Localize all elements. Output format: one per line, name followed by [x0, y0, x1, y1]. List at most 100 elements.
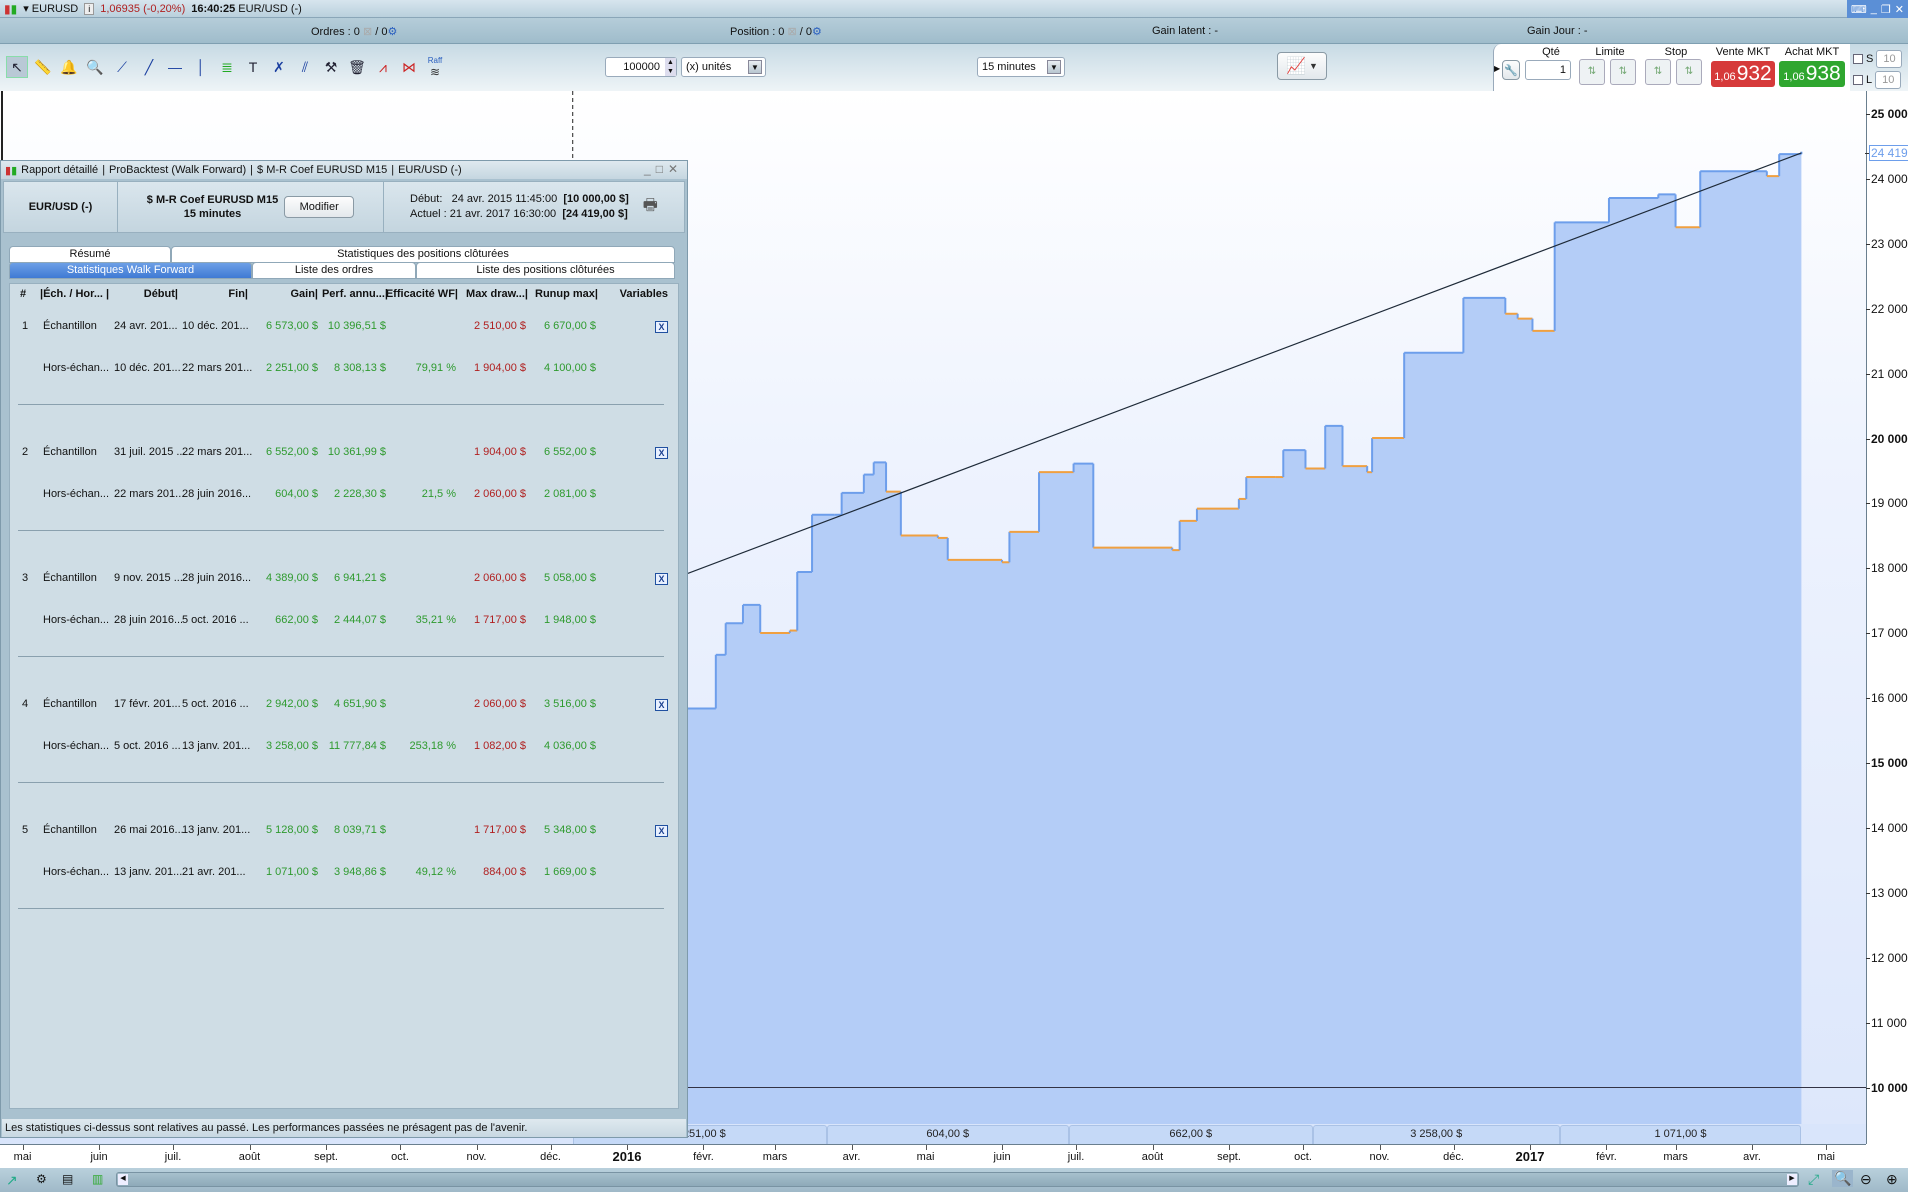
channel-tool-icon[interactable]: ✗ [268, 56, 290, 78]
buy-market-button[interactable]: 1,06 938 [1779, 61, 1845, 87]
buy-stop-button[interactable]: ⇅ [1645, 59, 1671, 85]
unit-select[interactable]: (x) unités ▼ [681, 57, 766, 77]
vertical-line-icon[interactable]: │ [190, 56, 212, 78]
symbol-dropdown[interactable]: ▾ EURUSD [23, 2, 78, 15]
cell-end: 13 janv. 201... [182, 740, 251, 752]
print-icon[interactable]: 🖶 [643, 194, 658, 221]
y-axis[interactable]: 10 000 11 000 12 000 13 000 14 000 15 000 16 0… [1865, 91, 1908, 1144]
excel-export-icon[interactable]: X [655, 699, 668, 711]
cell-type: Hors-échan... [43, 740, 110, 752]
pointer-tool-icon[interactable]: ↖ [6, 56, 28, 78]
sell-limit-button[interactable]: ⇅ [1610, 59, 1636, 85]
info-icon[interactable]: i [84, 2, 95, 15]
modify-button[interactable]: Modifier [284, 196, 355, 218]
col-gain-header[interactable]: Gain| [290, 288, 318, 300]
horizontal-line-icon[interactable]: — [164, 56, 186, 78]
position-settings-icon[interactable]: ⚙ [812, 26, 822, 38]
col-perf-header[interactable]: Perf. annu...| [322, 288, 388, 300]
refresh-drawings-icon[interactable]: Raff ≋ [424, 56, 446, 79]
cell-end: 5 oct. 2016 ... [182, 698, 249, 710]
tools-icon[interactable]: ⚒ [320, 56, 342, 78]
expand-arrow-icon[interactable]: ▶ [1494, 64, 1500, 73]
export-icon[interactable]: ↗ [6, 1172, 18, 1189]
maximize-button[interactable]: □ [656, 162, 668, 176]
col-max-drawdown-header[interactable]: Max draw...| [466, 288, 528, 300]
x-tick-label: août [238, 1151, 261, 1163]
tab-resume[interactable]: Résumé [9, 246, 171, 263]
col-runup-max-header[interactable]: Runup max| [535, 288, 598, 300]
col-wf-efficiency-header[interactable]: Efficacité WF| [386, 288, 458, 300]
minimize-button[interactable]: _ [1871, 3, 1877, 15]
col-end-header[interactable]: Fin| [228, 288, 248, 300]
orders-settings-icon[interactable]: ⚙ [387, 26, 397, 38]
tab-orders-list[interactable]: Liste des ordres [252, 262, 416, 279]
parallel-tool-icon[interactable]: ⫽ [294, 56, 316, 78]
wrench-icon[interactable]: 🔧 [1502, 60, 1520, 80]
pitchfork-tool-icon[interactable]: ⋈ [398, 56, 420, 78]
cell-end: 22 mars 201... [182, 446, 253, 458]
scroll-left-button[interactable]: ◀ [118, 1174, 128, 1185]
ruler-tool-icon[interactable]: 📏 [32, 56, 54, 78]
tab-closed-positions-stats[interactable]: Statistiques des positions clôturées [171, 246, 675, 263]
fibonacci-tool-icon[interactable]: ≣ [216, 56, 238, 78]
close-button[interactable]: ✕ [668, 162, 683, 176]
date-axis[interactable]: mai juin juil. août sept. oct. nov. déc. 2016 fév… [0, 1144, 1866, 1167]
timeframe-select[interactable]: 15 minutes ▼ [977, 57, 1065, 77]
alert-bell-icon[interactable]: 🔔 [58, 56, 80, 78]
excel-export-icon[interactable]: X [655, 825, 668, 837]
take-profit-toggle[interactable]: L 10 [1853, 71, 1902, 89]
text-tool-icon[interactable]: T [242, 56, 264, 78]
x-tick-label: oct. [1294, 1151, 1312, 1163]
buy-limit-button[interactable]: ⇅ [1579, 59, 1605, 85]
keyboard-icon[interactable]: ⌨ [1851, 3, 1867, 16]
segment-tool-icon[interactable]: ⟋ [111, 56, 133, 78]
stop-loss-toggle[interactable]: S 10 [1853, 50, 1903, 68]
stop-loss-input[interactable]: 10 [1876, 50, 1903, 68]
trade-quantity-input[interactable]: 1 [1525, 60, 1571, 80]
zoom-out-icon[interactable]: ⊖ [1860, 1171, 1872, 1188]
backtest-report-window: ▮▮ Rapport détaillé | ProBacktest (Walk F… [0, 160, 688, 1138]
zoom-in-icon[interactable]: ⊕ [1886, 1171, 1898, 1188]
auto-scale-icon[interactable]: ⤢ [1808, 1171, 1819, 1188]
zoom-tool-icon[interactable]: 🔍 [84, 56, 106, 78]
cell-start: 13 janv. 201... [114, 866, 183, 878]
tab-closed-positions-list[interactable]: Liste des positions clôturées [416, 262, 675, 279]
excel-export-icon[interactable]: X [655, 321, 668, 333]
table-icon[interactable]: ▤ [62, 1172, 73, 1186]
sell-market-button[interactable]: 1,06 932 [1711, 61, 1775, 87]
col-number-header[interactable]: # [20, 288, 26, 300]
cell-start: 9 nov. 2015 ... [114, 572, 183, 584]
symbol-label: EURUSD [31, 3, 79, 15]
sell-stop-button[interactable]: ⇅ [1676, 59, 1702, 85]
restore-button[interactable]: ❐ [1881, 3, 1891, 16]
take-profit-input[interactable]: 10 [1875, 71, 1902, 89]
quantity-stepper[interactable]: ▲ ▼ [665, 58, 676, 76]
cell-gain: 662,00 $ [275, 614, 318, 626]
col-start-header[interactable]: Début| [144, 288, 178, 300]
excel-export-icon[interactable]: X [655, 447, 668, 459]
orders-cancel-icon[interactable]: ⊠ [363, 26, 372, 38]
indicators-button[interactable]: 📈 ▼ [1277, 52, 1327, 80]
excel-export-icon[interactable]: X [655, 573, 668, 585]
row-separator [18, 404, 664, 405]
row-separator [18, 656, 664, 657]
instrument-label: EUR/USD (-) [238, 2, 302, 15]
col-type-header[interactable]: |Éch. / Hor... | [40, 288, 109, 300]
horizontal-scrollbar[interactable]: ◀ ▶ [116, 1172, 1799, 1187]
x-tick [1453, 1145, 1455, 1150]
col-variables-header[interactable]: Variables [620, 288, 668, 300]
position-close-icon[interactable]: ⊠ [787, 26, 796, 38]
zoom-fit-icon[interactable]: 🔍 [1832, 1170, 1854, 1187]
close-button[interactable]: ✕ [1895, 3, 1904, 16]
tab-walk-forward-stats[interactable]: Statistiques Walk Forward [9, 262, 252, 279]
candlestick-icon: ▮▮ [5, 164, 18, 177]
line-tool-icon[interactable]: ╱ [138, 56, 160, 78]
histogram-icon[interactable]: ▥ [92, 1172, 103, 1186]
report-title-bar[interactable]: ▮▮ Rapport détaillé | ProBacktest (Walk F… [1, 161, 687, 179]
trash-icon[interactable]: 🗑 [346, 56, 368, 78]
scroll-right-button[interactable]: ▶ [1787, 1174, 1797, 1185]
strategy-name: $ M-R Coef EURUSD M15 [146, 194, 279, 206]
minimize-button[interactable]: _ [644, 162, 656, 176]
settings-icon[interactable]: ⚙ [36, 1172, 47, 1186]
pattern-tool-icon[interactable]: ⩘ [372, 56, 394, 78]
